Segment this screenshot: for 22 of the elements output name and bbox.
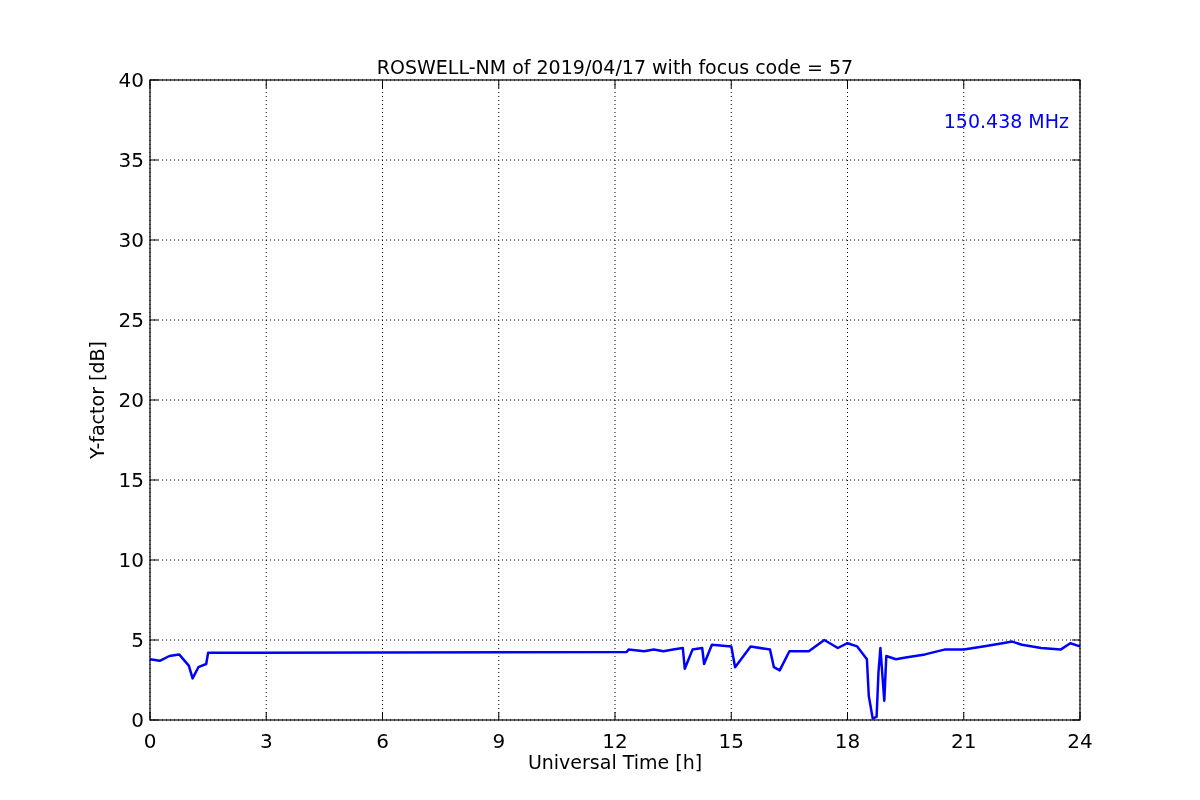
- y-tick-label: 15: [118, 468, 144, 492]
- x-axis-label: Universal Time [h]: [527, 751, 703, 773]
- y-axis-label: Y-factor [dB]: [86, 341, 108, 459]
- x-tick-label: 9: [492, 729, 506, 753]
- y-tick-label: 10: [118, 548, 144, 572]
- x-tick-label: 3: [259, 729, 273, 753]
- x-tick-label: 0: [143, 729, 157, 753]
- x-tick-label: 21: [951, 729, 977, 753]
- y-tick-label: 20: [118, 388, 144, 412]
- x-tick-label: 24: [1067, 729, 1093, 753]
- y-tick-label: 25: [118, 308, 144, 332]
- y-tick-label: 5: [131, 628, 144, 652]
- series-label: 150.438 MHz: [943, 110, 1069, 132]
- x-tick-label: 12: [602, 729, 628, 753]
- y-tick-label: 40: [118, 68, 144, 92]
- x-tick-label: 6: [376, 729, 389, 753]
- y-tick-label: 30: [118, 228, 144, 252]
- x-tick-label: 15: [718, 729, 744, 753]
- y-tick-label: 35: [118, 148, 144, 172]
- x-tick-label: 18: [834, 729, 861, 753]
- chart-title: ROSWELL-NM of 2019/04/17 with focus code = 57: [376, 56, 854, 78]
- y-tick-label: 0: [131, 708, 144, 732]
